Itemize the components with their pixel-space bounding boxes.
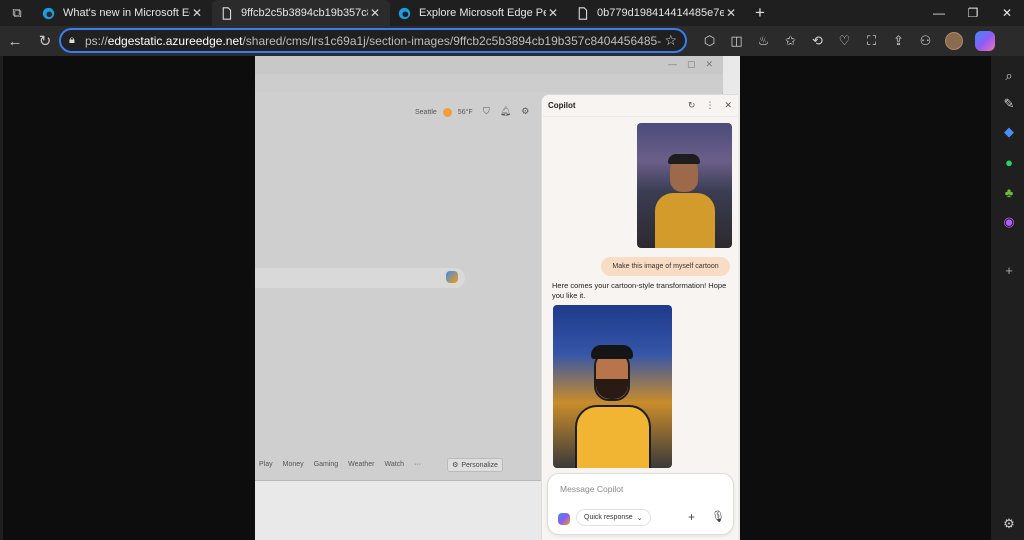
- screenshot-personalize-button: ⚙ Personalize: [447, 458, 503, 472]
- close-icon[interactable]: ✕: [546, 6, 560, 20]
- microphone-icon: 🎙︎: [711, 511, 725, 523]
- share-icon[interactable]: ⇪: [885, 33, 912, 49]
- tab-explore-performance[interactable]: Explore Microsoft Edge Performance ✕: [390, 0, 568, 26]
- sidebar: ⌕ ✎ ◆ ● ♣ ◉ + ⚙: [994, 56, 1024, 540]
- close-window-icon[interactable]: ✕: [990, 0, 1024, 26]
- copilot-icon: [446, 271, 458, 283]
- address-bar[interactable]: 🔒︎ ps://edgestatic.azureedge.net/shared/…: [59, 28, 687, 53]
- window-controls: — ❐ ✕: [922, 0, 1024, 26]
- search-icon[interactable]: ⌕: [999, 66, 1019, 86]
- performance-icon[interactable]: ♨: [750, 33, 777, 49]
- extensions-icon[interactable]: ⬡: [696, 33, 723, 49]
- new-tab-button[interactable]: +: [746, 0, 774, 26]
- screenshot-window-controls: — ▢ ✕: [667, 59, 713, 69]
- page-content: — ▢ ✕ Seattle 56°F ⛉ 🔔︎ ⚙ Play Money Gaming …: [3, 56, 991, 540]
- screenshot-titlebar: — ▢ ✕: [255, 56, 723, 74]
- refresh-icon: ↻: [687, 100, 696, 110]
- screenshot-toolbar: [255, 74, 723, 92]
- restore-icon[interactable]: ❐: [956, 0, 990, 26]
- tab-whats-new[interactable]: What's new in Microsoft Edge ✕: [34, 0, 212, 26]
- url-text[interactable]: ps://edgestatic.azureedge.net/shared/cms…: [85, 34, 661, 48]
- plus-icon: +: [688, 510, 696, 524]
- copilot-header: Copilot ↻ ⋮ ✕: [542, 95, 738, 117]
- outlook-icon[interactable]: ◆: [999, 122, 1019, 142]
- split-screen-icon[interactable]: ◫: [723, 33, 750, 49]
- screenshot-search-box: [255, 268, 465, 288]
- copilot-header-icons: ↻ ⋮ ✕: [688, 100, 732, 111]
- health-icon[interactable]: ♡: [831, 33, 858, 49]
- avatar[interactable]: [945, 32, 963, 50]
- tab-strip: ⧉ What's new in Microsoft Edge ✕ 9ffcb2c…: [0, 0, 1024, 26]
- star-icon[interactable]: ☆: [661, 32, 677, 49]
- toolbar-icons: ⬡ ◫ ♨ ✩ ⟲ ♡ ⛶ ⇪ ⚇: [696, 26, 995, 56]
- copilot-panel: Copilot ↻ ⋮ ✕ Make this image of myself ca…: [541, 94, 738, 540]
- whatsapp-icon[interactable]: ●: [999, 152, 1019, 172]
- close-icon[interactable]: ✕: [368, 6, 382, 20]
- refresh-icon[interactable]: ↻: [30, 26, 60, 56]
- minimize-icon[interactable]: —: [922, 0, 956, 26]
- tab-title: 0b779d198414414485e7e267ac9f: [597, 7, 724, 19]
- response-mode-dropdown: Quick response ⌄: [576, 509, 651, 526]
- screenshot-header-icons: ⛉ 🔔︎ ⚙: [483, 106, 530, 116]
- copilot-icon[interactable]: [975, 31, 995, 51]
- document-icon: [578, 6, 588, 20]
- browser-essentials-icon[interactable]: ⚇: [912, 33, 939, 49]
- screenshot-icon[interactable]: ⛶: [858, 33, 885, 49]
- tab-title: 9ffcb2c5b3894cb19b357c8404456485-png-w19…: [241, 7, 368, 19]
- edge-logo-icon: [398, 7, 411, 19]
- tab-image[interactable]: 9ffcb2c5b3894cb19b357c8404456485-png-w19…: [212, 0, 390, 26]
- user-photo: [637, 123, 732, 248]
- edge-logo-icon: [42, 7, 55, 19]
- tab-image-2[interactable]: 0b779d198414414485e7e267ac9f ✕: [568, 0, 746, 26]
- messenger-icon[interactable]: ◉: [999, 212, 1019, 232]
- sun-icon: [442, 108, 452, 117]
- lock-icon[interactable]: 🔒︎: [69, 34, 85, 47]
- user-message: Make this image of myself cartoon: [601, 257, 730, 276]
- workspaces-icon[interactable]: ⧉: [0, 0, 34, 26]
- tab-title: What's new in Microsoft Edge: [63, 7, 190, 19]
- displayed-image: — ▢ ✕ Seattle 56°F ⛉ 🔔︎ ⚙ Play Money Gaming …: [255, 56, 740, 540]
- settings-icon[interactable]: ⚙: [999, 514, 1019, 534]
- copilot-title: Copilot: [548, 101, 576, 110]
- ai-message: Here comes your cartoon-style transforma…: [552, 281, 727, 300]
- history-icon[interactable]: ⟲: [804, 33, 831, 49]
- back-arrow-icon[interactable]: ←: [0, 26, 30, 56]
- browser-window: ⧉ What's new in Microsoft Edge ✕ 9ffcb2c…: [0, 0, 1024, 540]
- games-icon[interactable]: ♣: [999, 182, 1019, 202]
- screenshot-nav: Play Money Gaming Weather Watch ···: [259, 461, 422, 468]
- document-icon: [222, 6, 232, 20]
- close-icon[interactable]: ✕: [190, 6, 204, 20]
- more-icon: ⋮: [705, 100, 715, 110]
- screenshot-weather: Seattle 56°F: [415, 108, 473, 117]
- chevron-down-icon: ⌄: [636, 514, 643, 522]
- close-icon: ✕: [724, 100, 732, 110]
- close-icon[interactable]: ✕: [724, 6, 738, 20]
- cartoon-image: [553, 305, 672, 468]
- add-icon[interactable]: +: [999, 260, 1019, 280]
- message-input: Message Copilot: [560, 484, 624, 494]
- tab-title: Explore Microsoft Edge Performance: [419, 7, 546, 19]
- message-composer: Message Copilot Quick response ⌄ + 🎙︎: [547, 473, 734, 535]
- copilot-icon: [558, 513, 570, 525]
- favorites-icon[interactable]: ✩: [777, 33, 804, 49]
- tools-icon[interactable]: ✎: [999, 94, 1019, 114]
